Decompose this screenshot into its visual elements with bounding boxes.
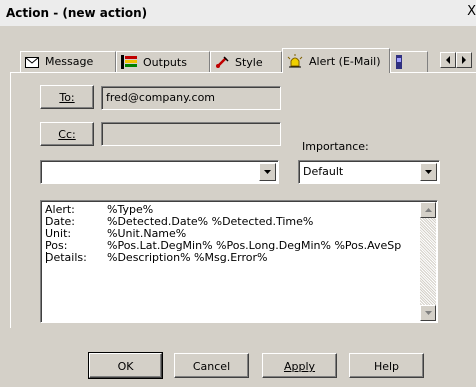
arrow-up-icon <box>425 208 432 212</box>
account-select-dropdown-button[interactable] <box>259 163 276 181</box>
help-button[interactable]: Help <box>349 353 424 378</box>
cancel-button[interactable]: Cancel <box>174 353 249 378</box>
importance-dropdown-button[interactable] <box>420 163 437 181</box>
cc-button[interactable]: Cc: <box>40 122 94 146</box>
ok-button[interactable]: OK <box>88 352 163 379</box>
cc-field[interactable] <box>101 122 281 146</box>
importance-label: Importance: <box>302 140 369 153</box>
text-cursor <box>46 252 47 263</box>
to-button[interactable]: To: <box>40 85 94 109</box>
to-field[interactable]: fred@company.com <box>101 86 281 110</box>
apply-button[interactable]: Apply <box>262 353 337 378</box>
scroll-up-button[interactable] <box>420 202 436 218</box>
account-select[interactable] <box>40 160 279 184</box>
chevron-down-icon <box>264 170 271 174</box>
scroll-down-button[interactable] <box>420 305 436 321</box>
message-body-textarea[interactable]: Alert: %Type% Date: %Detected.Date% %Det… <box>40 200 438 323</box>
importance-select[interactable]: Default <box>298 160 440 184</box>
arrow-down-icon <box>425 311 432 315</box>
chevron-down-icon <box>425 170 432 174</box>
vertical-scrollbar[interactable] <box>420 202 436 321</box>
